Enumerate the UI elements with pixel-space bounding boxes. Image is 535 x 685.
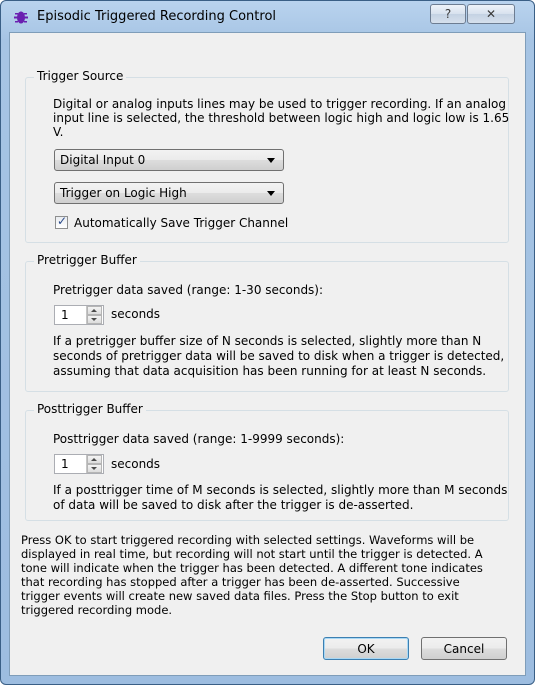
posttrigger-note-1: If a posttrigger time of M seconds is se… xyxy=(53,483,508,497)
window-title: Episodic Triggered Recording Control xyxy=(37,9,277,24)
pretrigger-note-1: If a pretrigger buffer size of N seconds… xyxy=(53,334,482,348)
trigger-source-desc-1: Digital or analog inputs lines may be us… xyxy=(53,97,507,111)
checkmark-icon: ✓ xyxy=(57,214,68,228)
close-icon: ✕ xyxy=(485,7,497,21)
pretrigger-note-3: assuming that data acquisition has been … xyxy=(53,364,487,378)
instructions-line-2: displayed in real time, but recording wi… xyxy=(21,547,483,561)
pretrigger-seconds-value: 1 xyxy=(61,308,69,322)
instructions-line-4: that recording has stopped after a trigg… xyxy=(21,575,460,589)
posttrigger-seconds-stepper[interactable]: 1 xyxy=(54,454,104,474)
pretrigger-seconds-stepper[interactable]: 1 xyxy=(54,305,104,325)
chevron-down-icon xyxy=(267,191,275,196)
trigger-source-desc-2: input line is selected, the threshold be… xyxy=(53,111,510,125)
auto-save-label: Automatically Save Trigger Channel xyxy=(74,216,289,230)
trigger-source-legend: Trigger Source xyxy=(34,69,127,83)
pretrigger-increment-button[interactable] xyxy=(87,306,102,315)
posttrigger-prompt: Posttrigger data saved (range: 1-9999 se… xyxy=(53,432,345,446)
pretrigger-decrement-button[interactable] xyxy=(87,315,102,324)
ok-button[interactable]: OK xyxy=(323,637,409,660)
trigger-logic-value: Trigger on Logic High xyxy=(60,186,187,200)
posttrigger-increment-button[interactable] xyxy=(87,455,102,464)
cancel-button[interactable]: Cancel xyxy=(421,637,507,660)
trigger-input-value: Digital Input 0 xyxy=(60,153,146,167)
ok-button-label: OK xyxy=(357,641,375,656)
dialog-window: Episodic Triggered Recording Control ? ✕… xyxy=(0,0,535,685)
trigger-source-desc-3: V. xyxy=(53,125,64,139)
pretrigger-legend: Pretrigger Buffer xyxy=(34,253,140,267)
arrow-up-icon xyxy=(91,458,97,461)
posttrigger-seconds-value: 1 xyxy=(61,457,69,471)
instructions-line-1: Press OK to start triggered recording wi… xyxy=(21,533,475,547)
app-icon xyxy=(13,9,29,25)
auto-save-checkbox[interactable]: ✓ xyxy=(55,214,68,229)
pretrigger-prompt: Pretrigger data saved (range: 1-30 secon… xyxy=(53,283,324,297)
instructions-line-5: trigger events will create new saved dat… xyxy=(21,589,459,603)
trigger-logic-select[interactable]: Trigger on Logic High xyxy=(54,182,284,204)
trigger-input-select[interactable]: Digital Input 0 xyxy=(54,149,284,171)
help-button[interactable]: ? xyxy=(430,4,466,24)
posttrigger-note-2: of data will be saved to disk after the … xyxy=(53,498,414,512)
help-icon: ? xyxy=(444,7,452,21)
pretrigger-unit: seconds xyxy=(111,307,161,321)
posttrigger-stepper-buttons xyxy=(86,455,103,473)
pretrigger-note-2: seconds of pretrigger data will be saved… xyxy=(53,349,505,363)
cancel-button-label: Cancel xyxy=(443,641,485,656)
posttrigger-unit: seconds xyxy=(111,457,161,471)
arrow-down-icon xyxy=(91,467,97,470)
instructions-line-6: triggered recording mode. xyxy=(21,603,173,617)
posttrigger-decrement-button[interactable] xyxy=(87,464,102,473)
posttrigger-legend: Posttrigger Buffer xyxy=(34,402,146,416)
close-button[interactable]: ✕ xyxy=(467,4,515,24)
instructions-line-3: tone will indicate when the trigger has … xyxy=(21,561,483,575)
chevron-down-icon xyxy=(267,158,275,163)
pretrigger-stepper-buttons xyxy=(86,306,103,324)
title-bar[interactable]: Episodic Triggered Recording Control ? ✕ xyxy=(1,1,534,31)
arrow-down-icon xyxy=(91,318,97,321)
arrow-up-icon xyxy=(91,309,97,312)
